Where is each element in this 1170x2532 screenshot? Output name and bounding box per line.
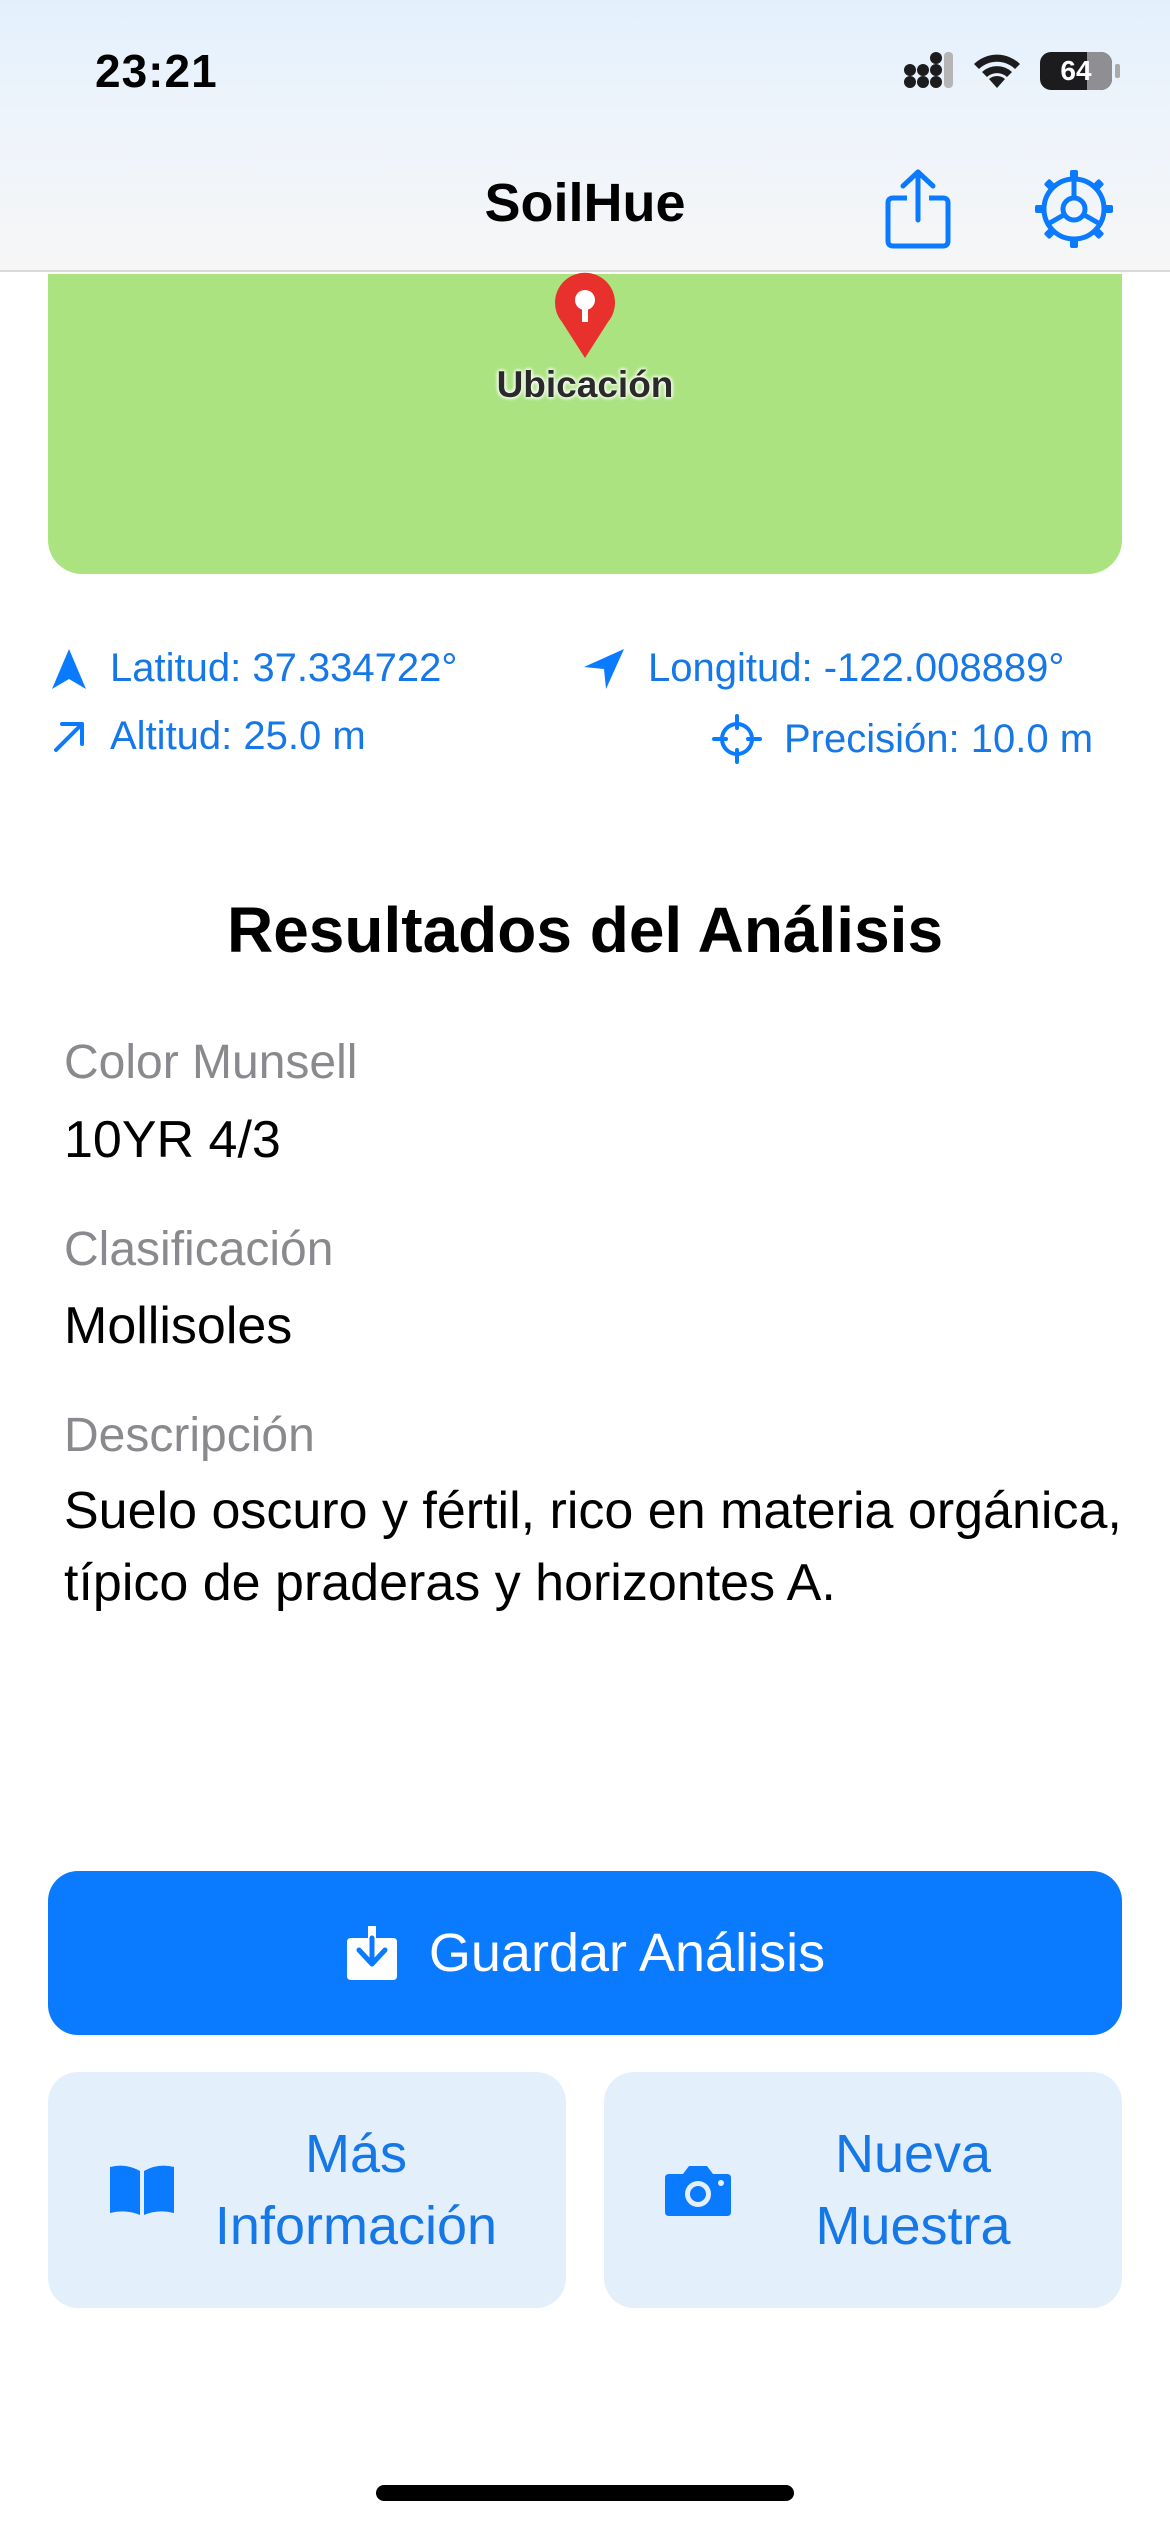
location-fill-icon: [584, 648, 624, 689]
more-info-line2: Información: [214, 2196, 498, 2256]
location-arrow-icon: [52, 648, 86, 689]
gear-icon: [1035, 170, 1113, 248]
share-icon: [885, 169, 951, 249]
longitude-row: Longitud: -122.008889°: [582, 646, 1064, 691]
altitude-text: Altitud: 25.0 m: [110, 714, 366, 758]
battery-icon: 64: [1040, 52, 1120, 90]
more-info-button[interactable]: Más Información: [48, 2072, 566, 2308]
nav-title: SoilHue: [484, 173, 686, 233]
status-icons: 64: [902, 52, 1120, 90]
description-value: Suelo oscuro y fértil, rico en materia o…: [64, 1482, 1122, 1612]
map-pin-icon: [555, 272, 615, 358]
longitude-text: Longitud: -122.008889°: [648, 646, 1065, 690]
book-icon: [110, 2165, 174, 2215]
camera-icon: [665, 2166, 731, 2216]
map-pin-label: Ubicación: [496, 364, 674, 405]
results-title: Resultados del Análisis: [226, 894, 944, 966]
location-map[interactable]: Ubicación: [48, 272, 1122, 574]
cellular-signal-icon: [904, 52, 953, 88]
save-download-icon: [346, 1926, 397, 1980]
battery-level: 64: [1060, 55, 1092, 86]
latitude-row: Latitud: 37.334722°: [50, 646, 457, 691]
home-indicator[interactable]: [376, 2485, 794, 2501]
description-label: Descripción: [64, 1409, 315, 1462]
precision-row: Precisión: 10.0 m: [712, 714, 1093, 764]
more-info-line1: Más: [304, 2124, 407, 2184]
new-sample-button[interactable]: Nueva Muestra: [604, 2072, 1122, 2308]
munsell-label: Color Munsell: [64, 1036, 358, 1089]
share-button[interactable]: [878, 166, 958, 252]
munsell-value: 10YR 4/3: [64, 1111, 281, 1169]
precision-text: Precisión: 10.0 m: [784, 716, 1094, 761]
classification-label: Clasificación: [64, 1223, 334, 1276]
new-sample-line2: Muestra: [815, 2196, 1011, 2256]
save-analysis-label: Guardar Análisis: [428, 1923, 826, 1983]
settings-button[interactable]: [1034, 166, 1114, 252]
arrow-up-right-icon: [54, 721, 84, 752]
save-analysis-button[interactable]: Guardar Análisis: [48, 1871, 1122, 2035]
new-sample-label: Nueva Muestra: [763, 2118, 1063, 2262]
latitude-text: Latitud: 37.334722°: [110, 646, 458, 690]
altitude-row: Altitud: 25.0 m: [50, 714, 366, 759]
crosshair-icon: [712, 714, 762, 764]
wifi-icon: [974, 54, 1020, 88]
status-time: 23:21: [95, 45, 218, 97]
more-info-label: Más Información: [206, 2118, 506, 2262]
new-sample-line1: Nueva: [834, 2124, 992, 2184]
classification-value: Mollisoles: [64, 1297, 293, 1355]
top-bar: 23:21 64 SoilHue: [0, 0, 1170, 272]
